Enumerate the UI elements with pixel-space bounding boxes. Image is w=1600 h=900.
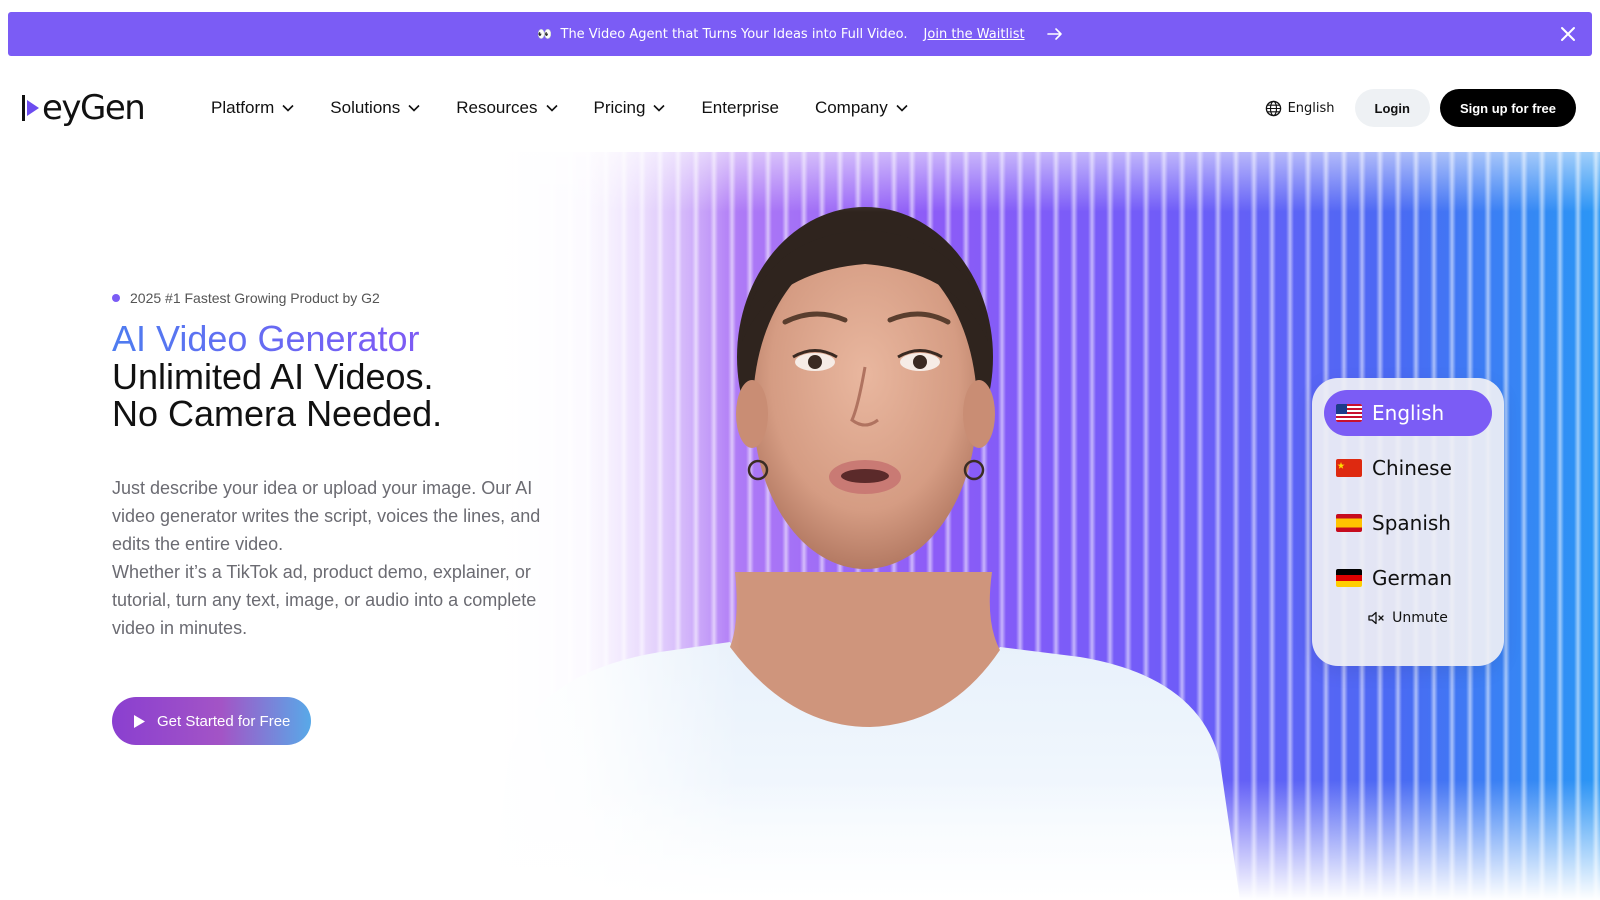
- arrow-right-icon[interactable]: [1046, 27, 1063, 41]
- language-option-german[interactable]: German: [1324, 555, 1492, 601]
- nav-item-enterprise[interactable]: Enterprise: [701, 98, 778, 118]
- nav-item-label: Platform: [211, 98, 275, 117]
- chevron-down-icon: [545, 104, 558, 112]
- nav-item-solutions[interactable]: Solutions: [330, 98, 420, 118]
- language-option-chinese[interactable]: Chinese: [1324, 445, 1492, 491]
- nav-item-label: Solutions: [330, 98, 401, 117]
- logo-text: eyGen: [42, 88, 146, 128]
- language-option-label: Spanish: [1372, 511, 1451, 535]
- es-flag-icon: [1336, 514, 1362, 532]
- join-waitlist-label: Join the Waitlist: [923, 26, 1025, 42]
- cn-flag-icon: [1336, 459, 1362, 477]
- badge-dot: [112, 294, 120, 302]
- top-navigation: eyGen Platform Solutions Resources Prici…: [0, 72, 1600, 144]
- de-flag-icon: [1336, 569, 1362, 587]
- description-paragraph-1: Just describe your idea or upload your i…: [112, 478, 541, 554]
- language-option-spanish[interactable]: Spanish: [1324, 500, 1492, 546]
- hero-content: 2025 #1 Fastest Growing Product by G2 AI…: [112, 290, 582, 642]
- eyes-emoji: 👀: [537, 26, 552, 41]
- language-option-label: German: [1372, 566, 1453, 590]
- play-icon: [134, 714, 145, 728]
- video-language-selector: English Chinese Spanish German Unmute: [1312, 378, 1504, 666]
- headline-line-3: No Camera Needed.: [112, 393, 443, 434]
- chevron-down-icon: [653, 104, 666, 112]
- logo-mark-icon: [22, 95, 39, 121]
- nav-item-pricing[interactable]: Pricing: [594, 98, 666, 118]
- nav-item-resources[interactable]: Resources: [456, 98, 558, 118]
- language-label: English: [1287, 100, 1335, 116]
- nav-item-label: Company: [814, 98, 888, 117]
- language-option-label: Chinese: [1372, 456, 1452, 480]
- join-waitlist-link[interactable]: Join the Waitlist: [924, 27, 1025, 42]
- nav-item-platform[interactable]: Platform: [211, 98, 294, 118]
- chevron-down-icon: [408, 104, 420, 112]
- nav-item-label: Pricing: [593, 98, 646, 117]
- language-switcher[interactable]: English: [1265, 100, 1335, 117]
- hero-headline: AI Video Generator Unlimited AI Videos. …: [112, 320, 582, 434]
- hero-description: Just describe your idea or upload your i…: [112, 474, 562, 642]
- chevron-down-icon: [896, 104, 908, 112]
- unmute-button[interactable]: Unmute: [1324, 610, 1492, 626]
- nav-item-company[interactable]: Company: [815, 98, 908, 118]
- description-paragraph-2: Whether it’s a TikTok ad, product demo, …: [112, 562, 537, 638]
- main-menu: Platform Solutions Resources Pricing Ent…: [211, 72, 944, 144]
- announcement-banner: 👀 The Video Agent that Turns Your Ideas …: [8, 12, 1592, 56]
- chevron-down-icon: [282, 104, 294, 112]
- globe-icon: [1265, 100, 1281, 116]
- headline-line-2: Unlimited AI Videos.: [112, 356, 434, 397]
- announcement-text: The Video Agent that Turns Your Ideas in…: [560, 26, 908, 42]
- get-started-button[interactable]: Get Started for Free: [112, 697, 311, 745]
- language-option-english[interactable]: English: [1324, 390, 1492, 436]
- hero-fade-bottom: [480, 780, 1600, 900]
- close-icon[interactable]: [1558, 24, 1578, 44]
- signup-button[interactable]: Sign up for free: [1439, 89, 1576, 127]
- announcement-text-group: 👀 The Video Agent that Turns Your Ideas …: [537, 27, 907, 42]
- login-button[interactable]: Login: [1354, 89, 1430, 127]
- hero-fade-top: [480, 152, 1600, 212]
- nav-actions: English Login Sign up for free: [1265, 88, 1576, 128]
- us-flag-icon: [1336, 404, 1362, 422]
- language-option-label: English: [1372, 401, 1445, 425]
- cta-label: Get Started for Free: [157, 712, 291, 730]
- muted-speaker-icon: [1368, 611, 1384, 625]
- unmute-label: Unmute: [1392, 610, 1448, 626]
- nav-item-label: Enterprise: [701, 98, 779, 117]
- g2-badge: 2025 #1 Fastest Growing Product by G2: [112, 290, 582, 306]
- headline-gradient-line: AI Video Generator: [112, 320, 582, 358]
- badge-text: 2025 #1 Fastest Growing Product by G2: [130, 290, 380, 306]
- heygen-logo[interactable]: eyGen: [22, 88, 164, 128]
- nav-item-label: Resources: [456, 98, 538, 117]
